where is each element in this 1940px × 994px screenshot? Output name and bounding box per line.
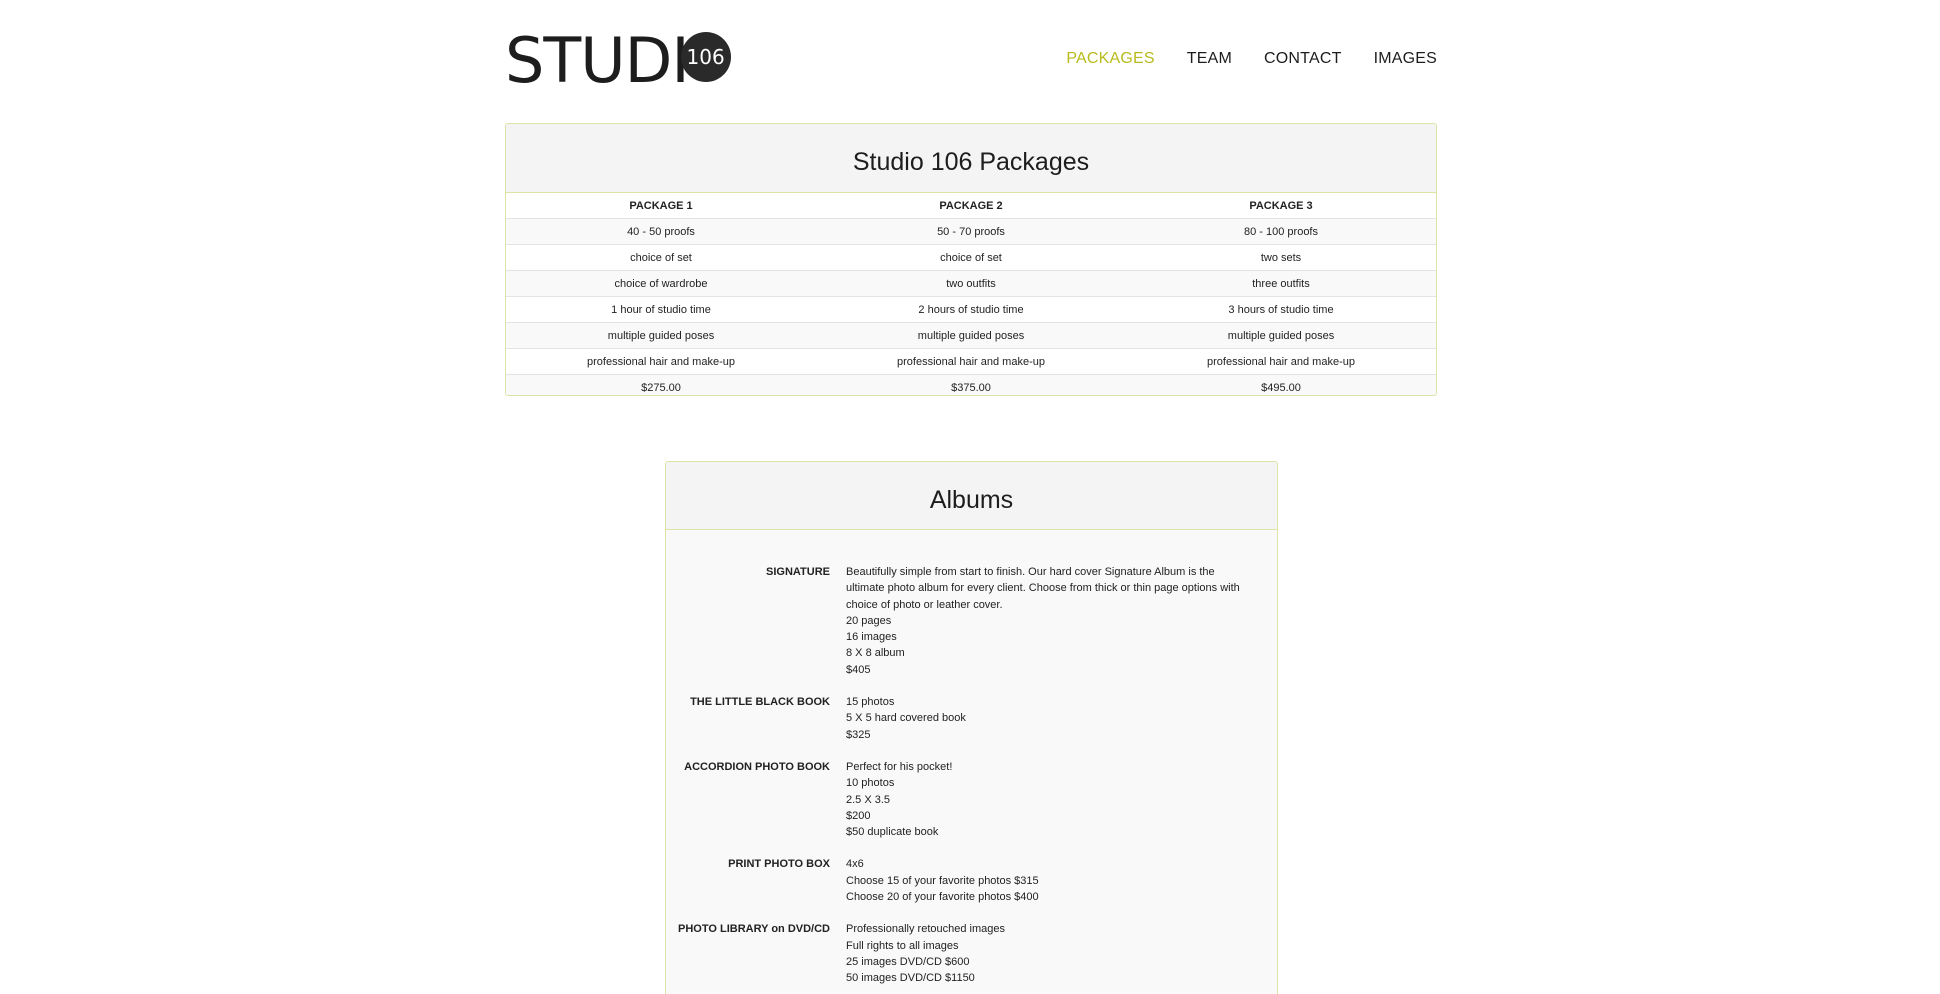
table-cell: 50 - 70 proofs — [816, 218, 1126, 245]
album-line: Full rights to all images — [846, 939, 959, 952]
albums-card: Albums SIGNATURE Beautifully simple from… — [665, 461, 1278, 994]
packages-card: Studio 106 Packages PACKAGE 1 PACKAGE 2 … — [505, 123, 1437, 396]
album-line: 25 images DVD/CD $600 — [846, 955, 970, 968]
packages-title: Studio 106 Packages — [506, 124, 1436, 193]
album-name: PRINT PHOTO BOX — [728, 858, 830, 871]
site-header: STUDI 106 PACKAGES TEAM CONTACT IMAGES — [505, 28, 1437, 92]
album-line: $325 — [846, 728, 871, 741]
album-line: Perfect for his pocket! — [846, 760, 953, 773]
album-item-accordion: ACCORDION PHOTO BOOK Perfect for his poc… — [666, 759, 1277, 840]
album-name: THE LITTLE BLACK BOOK — [690, 696, 830, 709]
table-cell: three outfits — [1126, 270, 1436, 297]
table-cell: multiple guided poses — [816, 322, 1126, 349]
album-line: Professionally retouched images — [846, 923, 1005, 936]
album-line: 10 photos — [846, 777, 895, 790]
table-row: 40 - 50 proofs 50 - 70 proofs 80 - 100 p… — [506, 218, 1436, 245]
column-header: PACKAGE 2 — [816, 193, 1126, 219]
table-cell: professional hair and make-up — [506, 348, 816, 375]
price-cell: $375.00 — [816, 374, 1126, 395]
table-row: choice of set choice of set two sets — [506, 244, 1436, 271]
table-cell: 80 - 100 proofs — [1126, 218, 1436, 245]
table-row-price: $275.00 $375.00 $495.00 — [506, 374, 1436, 395]
album-line: 8 X 8 album — [846, 647, 905, 660]
album-line: $200 — [846, 809, 871, 822]
album-description: Perfect for his pocket! 10 photos 2.5 X … — [846, 759, 1241, 840]
table-cell: 40 - 50 proofs — [506, 218, 816, 245]
table-cell: 3 hours of studio time — [1126, 296, 1436, 323]
album-name: SIGNATURE — [766, 566, 830, 578]
table-header-row: PACKAGE 1 PACKAGE 2 PACKAGE 3 — [506, 193, 1436, 219]
table-row: choice of wardrobe two outfits three out… — [506, 270, 1436, 297]
main-nav: PACKAGES TEAM CONTACT IMAGES — [1066, 50, 1437, 68]
table-row: professional hair and make-up profession… — [506, 348, 1436, 375]
album-item-photo-library: PHOTO LIBRARY on DVD/CD Professionally r… — [666, 921, 1277, 986]
table-cell: two outfits — [816, 270, 1126, 297]
album-line: 20 pages — [846, 614, 892, 627]
table-cell: 2 hours of studio time — [816, 296, 1126, 323]
nav-images[interactable]: IMAGES — [1374, 50, 1437, 68]
packages-table: PACKAGE 1 PACKAGE 2 PACKAGE 3 40 - 50 pr… — [506, 193, 1436, 395]
nav-packages[interactable]: PACKAGES — [1066, 50, 1154, 68]
table-cell: two sets — [1126, 244, 1436, 271]
studio-logo[interactable]: STUDI 106 — [505, 24, 731, 97]
album-name: ACCORDION PHOTO BOOK — [684, 760, 830, 773]
album-item-print-photo-box: PRINT PHOTO BOX 4x6 Choose 15 of your fa… — [666, 856, 1277, 905]
logo-badge: 106 — [680, 32, 731, 82]
column-header: PACKAGE 1 — [506, 193, 816, 219]
table-cell: professional hair and make-up — [1126, 348, 1436, 375]
album-line: 2.5 X 3.5 — [846, 793, 891, 806]
column-header: PACKAGE 3 — [1126, 193, 1436, 219]
album-line: Choose 15 of your favorite photos $315 — [846, 874, 1039, 887]
table-cell: choice of wardrobe — [506, 270, 816, 297]
album-name: PHOTO LIBRARY on DVD/CD — [678, 923, 830, 936]
album-item-signature: SIGNATURE Beautifully simple from start … — [666, 564, 1277, 678]
album-description: 4x6 Choose 15 of your favorite photos $3… — [846, 856, 1241, 905]
album-description: Professionally retouched images Full rig… — [846, 921, 1241, 986]
album-line: 16 images — [846, 631, 897, 644]
nav-team[interactable]: TEAM — [1187, 50, 1232, 68]
album-line: Choose 20 of your favorite photos $400 — [846, 891, 1039, 904]
album-line: Beautifully simple from start to finish.… — [846, 566, 1240, 611]
album-line: 4x6 — [846, 858, 864, 871]
price-cell: $275.00 — [506, 374, 816, 395]
page: STUDI 106 PACKAGES TEAM CONTACT IMAGES S… — [0, 0, 1940, 994]
table-cell: choice of set — [816, 244, 1126, 271]
album-line: 15 photos — [846, 696, 895, 709]
album-line: 5 X 5 hard covered book — [846, 712, 966, 725]
albums-title: Albums — [666, 462, 1277, 530]
logo-wordmark: STUDI — [505, 24, 690, 97]
album-line: $50 duplicate book — [846, 826, 939, 839]
table-cell: multiple guided poses — [506, 322, 816, 349]
table-cell: multiple guided poses — [1126, 322, 1436, 349]
album-line: 50 images DVD/CD $1150 — [846, 972, 975, 985]
table-row: 1 hour of studio time 2 hours of studio … — [506, 296, 1436, 323]
nav-contact[interactable]: CONTACT — [1264, 50, 1342, 68]
album-line: $405 — [846, 663, 871, 676]
album-description: Beautifully simple from start to finish.… — [846, 564, 1241, 678]
album-item-little-black-book: THE LITTLE BLACK BOOK 15 photos 5 X 5 ha… — [666, 694, 1277, 743]
album-description: 15 photos 5 X 5 hard covered book $325 — [846, 694, 1241, 743]
album-list: SIGNATURE Beautifully simple from start … — [666, 530, 1277, 987]
table-row: multiple guided poses multiple guided po… — [506, 322, 1436, 349]
table-cell: professional hair and make-up — [816, 348, 1126, 375]
table-cell: 1 hour of studio time — [506, 296, 816, 323]
price-cell: $495.00 — [1126, 374, 1436, 395]
table-cell: choice of set — [506, 244, 816, 271]
